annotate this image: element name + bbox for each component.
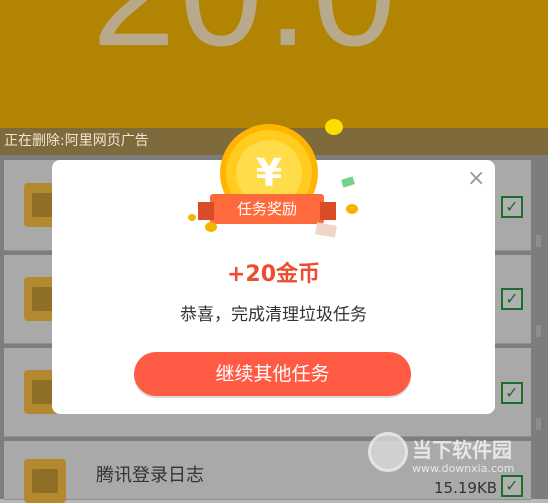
deleting-status-text: 正在删除:阿里网页广告 [4,133,149,149]
watermark: 当下软件园 www.downxia.com [368,432,538,482]
reward-amount: +20金币 [226,262,321,287]
task-reward-ribbon: 任务奖励 [198,194,336,224]
watermark-url: www.downxia.com [412,462,515,475]
checkbox-icon[interactable]: ✓ [501,196,523,218]
close-icon[interactable]: × [467,168,485,190]
reward-badge: ¥ 任务奖励 [170,120,380,240]
coin-icon [346,204,358,214]
scrollbar-tab [536,418,541,430]
checkbox-icon[interactable]: ✓ [501,382,523,404]
reward-message: 恭喜，完成清理垃圾任务 [180,305,367,325]
continue-task-button[interactable]: 继续其他任务 [134,352,411,396]
scrollbar-tab [536,235,541,247]
scrollbar-tab [536,325,541,337]
list-item-title: 腾讯登录日志 [96,465,204,486]
header: 20.0 [0,0,548,128]
score-display: 20.0 [92,0,400,68]
coin-icon [188,214,196,221]
watermark-brand: 当下软件园 [412,438,512,462]
checkbox-icon[interactable]: ✓ [501,288,523,310]
watermark-logo-icon [368,432,408,472]
envelope-icon [315,222,337,238]
coin-icon [205,222,217,232]
folder-icon [24,459,66,503]
money-icon [341,176,355,188]
